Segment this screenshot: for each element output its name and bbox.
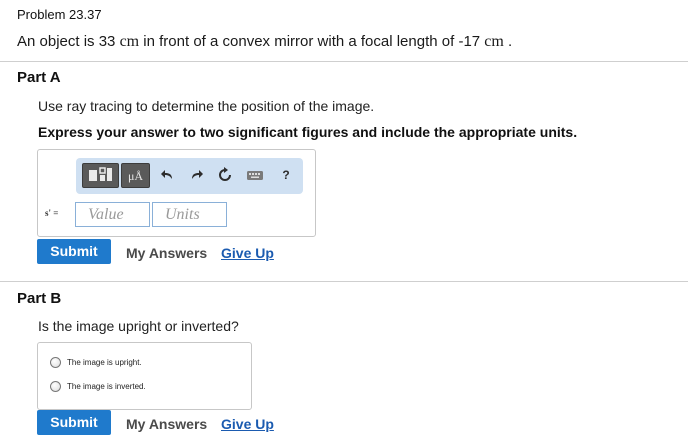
unit-2: cm xyxy=(484,33,504,50)
part-a-my-answers-link[interactable]: My Answers xyxy=(126,245,207,261)
statement-middle: in front of a convex mirror with a focal… xyxy=(143,33,481,50)
part-a-instruction: Use ray tracing to determine the positio… xyxy=(38,98,375,114)
part-a-emphasis: Express your answer to two significant f… xyxy=(38,124,578,140)
choices-box xyxy=(37,342,252,410)
math-toolbar: μÅ ? xyxy=(76,158,303,194)
value-input[interactable]: Value xyxy=(75,202,150,227)
choice-label-upright[interactable]: The image is upright. xyxy=(67,358,142,367)
choice-label-inverted[interactable]: The image is inverted. xyxy=(67,382,146,391)
undo-icon[interactable] xyxy=(160,167,176,183)
part-b-give-up-link[interactable]: Give Up xyxy=(221,416,274,432)
template-icon[interactable] xyxy=(82,163,119,188)
unit-1: cm xyxy=(119,33,140,50)
variable-label: s' = xyxy=(45,208,59,218)
redo-icon[interactable] xyxy=(188,167,204,183)
divider-top xyxy=(0,61,688,62)
part-b-submit-button[interactable]: Submit xyxy=(37,410,111,435)
divider-middle xyxy=(0,281,688,282)
part-b-title[interactable]: Part B xyxy=(17,290,61,307)
part-a-submit-button[interactable]: Submit xyxy=(37,239,111,264)
radio-inverted[interactable] xyxy=(50,381,61,392)
units-input[interactable]: Units xyxy=(152,202,227,227)
statement-prefix: An object is 33 xyxy=(17,33,116,50)
units-button[interactable]: μÅ xyxy=(121,163,150,188)
reset-icon[interactable] xyxy=(217,167,233,183)
part-a-give-up-link[interactable]: Give Up xyxy=(221,245,274,261)
keyboard-icon[interactable] xyxy=(246,167,264,183)
statement-suffix: . xyxy=(508,33,513,50)
help-icon[interactable]: ? xyxy=(278,167,294,183)
part-a-title[interactable]: Part A xyxy=(17,69,61,86)
problem-statement: An object is 33 cm in front of a convex … xyxy=(17,33,512,51)
part-b-question: Is the image upright or inverted? xyxy=(38,318,239,334)
radio-upright[interactable] xyxy=(50,357,61,368)
part-b-my-answers-link[interactable]: My Answers xyxy=(126,416,207,432)
problem-number: Problem 23.37 xyxy=(17,7,102,22)
